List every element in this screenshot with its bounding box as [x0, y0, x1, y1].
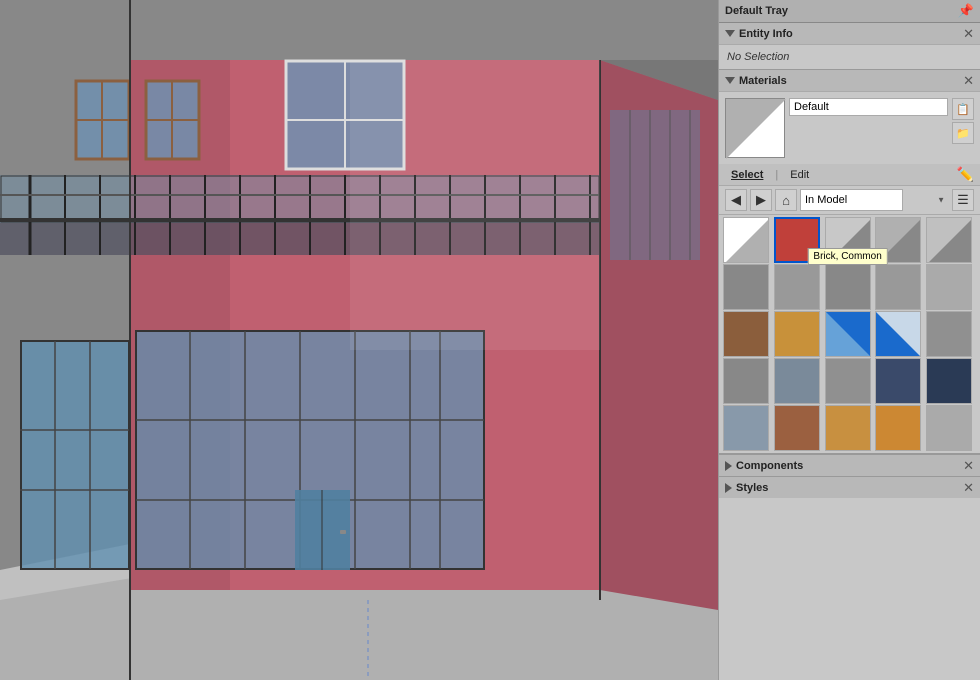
browser-toolbar: ◀ ▶ ⌂ In Model All Materials Brick and C…: [719, 186, 980, 215]
material-create-btn[interactable]: 📋: [952, 98, 974, 120]
material-cell[interactable]: [825, 405, 871, 451]
material-cell[interactable]: [774, 217, 820, 263]
materials-header-left: Materials: [725, 75, 787, 87]
browser-home-btn[interactable]: ⌂: [775, 189, 797, 211]
tray-header: Default Tray 📌: [719, 0, 980, 23]
components-expand-icon: [725, 461, 732, 471]
styles-header-left: Styles: [725, 482, 768, 494]
pencil-icon[interactable]: ✏️: [957, 166, 974, 183]
material-cell[interactable]: [774, 358, 820, 404]
tray-pin-icon[interactable]: 📌: [958, 3, 974, 19]
materials-close-btn[interactable]: ✕: [963, 74, 974, 87]
material-cell[interactable]: [825, 311, 871, 357]
entity-info-expand-icon: [725, 30, 735, 37]
material-cell[interactable]: [926, 405, 972, 451]
browser-forward-btn[interactable]: ▶: [750, 189, 772, 211]
material-cell[interactable]: [774, 405, 820, 451]
material-cell[interactable]: [875, 358, 921, 404]
styles-expand-icon: [725, 483, 732, 493]
material-cell[interactable]: [875, 264, 921, 310]
material-cell[interactable]: Brick, Common: [825, 264, 871, 310]
browser-dropdown-wrap: In Model All Materials Brick and Claddin…: [800, 189, 949, 211]
entity-info-status: No Selection: [727, 51, 789, 63]
material-preview-triangle: [726, 99, 786, 159]
material-cell[interactable]: [926, 311, 972, 357]
materials-expand-icon: [725, 77, 735, 84]
entity-info-section: Entity Info ✕ No Selection: [719, 23, 980, 70]
materials-section: Materials ✕ 📋 📁 Select | Edit ✏️: [719, 70, 980, 454]
material-name-input[interactable]: [789, 98, 948, 116]
material-preview-box: [725, 98, 785, 158]
material-cell[interactable]: [774, 264, 820, 310]
materials-preview-row: 📋 📁: [719, 92, 980, 164]
components-section[interactable]: Components ✕: [719, 454, 980, 476]
material-cell[interactable]: [723, 264, 769, 310]
right-panel: Default Tray 📌 Entity Info ✕ No Selectio…: [718, 0, 980, 680]
components-label: Components: [736, 460, 803, 472]
tab-select[interactable]: Select: [725, 167, 769, 183]
entity-info-header[interactable]: Entity Info ✕: [719, 23, 980, 45]
styles-close-btn[interactable]: ✕: [963, 481, 974, 494]
material-cell[interactable]: [926, 358, 972, 404]
tray-title: Default Tray: [725, 5, 788, 17]
material-cell[interactable]: [723, 358, 769, 404]
browser-details-btn[interactable]: ☰: [952, 189, 974, 211]
material-cell[interactable]: [926, 264, 972, 310]
material-grid: Brick, Common: [719, 215, 980, 453]
entity-info-content: No Selection: [719, 45, 980, 69]
materials-header[interactable]: Materials ✕: [719, 70, 980, 92]
material-cell[interactable]: [774, 311, 820, 357]
3d-viewport[interactable]: [0, 0, 718, 680]
material-cell[interactable]: [825, 217, 871, 263]
tab-divider: |: [775, 169, 778, 181]
material-cell[interactable]: [875, 311, 921, 357]
entity-info-header-left: Entity Info: [725, 28, 793, 40]
material-folder-btn[interactable]: 📁: [952, 122, 974, 144]
browser-back-btn[interactable]: ◀: [725, 189, 747, 211]
materials-label: Materials: [739, 75, 787, 87]
material-cell[interactable]: [723, 217, 769, 263]
material-cell[interactable]: [875, 217, 921, 263]
components-close-btn[interactable]: ✕: [963, 459, 974, 472]
material-name-input-wrap: [789, 98, 948, 158]
material-cell[interactable]: [723, 311, 769, 357]
material-cell[interactable]: [825, 358, 871, 404]
entity-info-label: Entity Info: [739, 28, 793, 40]
styles-label: Styles: [736, 482, 768, 494]
browser-dropdown[interactable]: In Model All Materials Brick and Claddin…: [800, 189, 903, 211]
styles-section[interactable]: Styles ✕: [719, 476, 980, 498]
material-grid-wrap: Brick, Common: [719, 215, 980, 453]
material-cell[interactable]: [723, 405, 769, 451]
material-cell[interactable]: [875, 405, 921, 451]
components-header-left: Components: [725, 460, 803, 472]
materials-tabs-row: Select | Edit ✏️: [719, 164, 980, 186]
entity-info-close-btn[interactable]: ✕: [963, 27, 974, 40]
material-cell[interactable]: [926, 217, 972, 263]
material-icons-col: 📋 📁: [952, 98, 974, 158]
tab-edit[interactable]: Edit: [784, 167, 815, 183]
